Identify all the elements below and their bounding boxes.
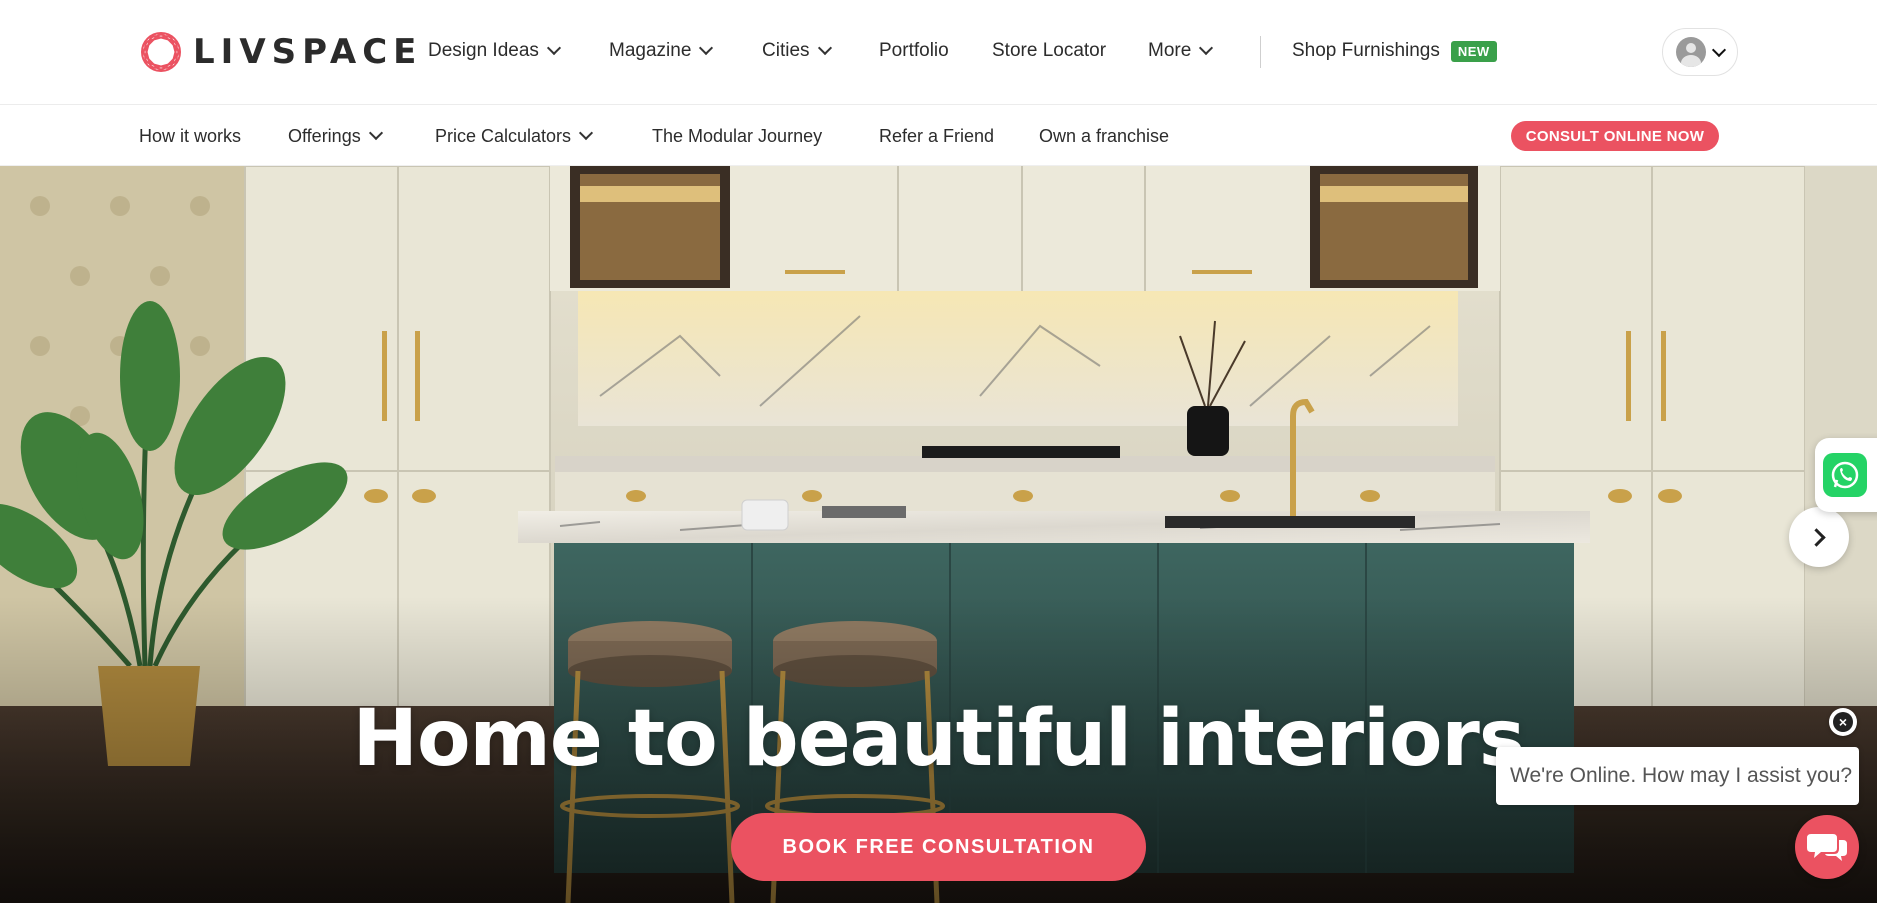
subnav-label: The Modular Journey	[652, 125, 823, 146]
chevron-right-icon	[1807, 527, 1826, 547]
brand-logo[interactable]: LIVSPACE	[137, 28, 422, 76]
whatsapp-icon	[1823, 453, 1867, 497]
carousel-next-button[interactable]	[1789, 507, 1849, 567]
chat-launcher-button[interactable]	[1795, 815, 1859, 879]
nav-magazine[interactable]: Magazine	[609, 36, 714, 66]
chevron-down-icon	[546, 40, 561, 56]
user-avatar-icon	[1676, 37, 1706, 67]
nav-shop-furnishings[interactable]: Shop Furnishings NEW	[1292, 36, 1497, 66]
nav-label: Store Locator	[992, 40, 1107, 61]
subnav-how-it-works[interactable]: How it works	[139, 123, 241, 149]
subnav-own-a-franchise[interactable]: Own a franchise	[1039, 123, 1169, 149]
nav-divider	[1260, 36, 1261, 68]
subnav-label: How it works	[139, 125, 242, 146]
whatsapp-button[interactable]	[1815, 438, 1877, 512]
nav-label: Magazine	[609, 40, 692, 61]
subnav-label: Own a franchise	[1039, 125, 1170, 146]
subnav-modular-journey[interactable]: The Modular Journey	[652, 123, 822, 149]
chat-greeting-bubble[interactable]: We're Online. How may I assist you?	[1496, 747, 1859, 805]
subnav-price-calculators[interactable]: Price Calculators	[435, 123, 594, 149]
nav-cities[interactable]: Cities	[762, 36, 832, 66]
subnav-offerings[interactable]: Offerings	[288, 123, 383, 149]
chevron-down-icon	[368, 125, 383, 141]
top-header: LIVSPACE Design Ideas Magazine Cities Po…	[0, 0, 1877, 105]
nav-label: Cities	[762, 40, 810, 61]
nav-label: Design Ideas	[428, 40, 539, 61]
secondary-nav: How it works Offerings Price Calculators…	[0, 105, 1877, 166]
chevron-down-icon	[578, 125, 594, 141]
subnav-label: Price Calculators	[435, 125, 572, 146]
brand-name: LIVSPACE	[193, 32, 423, 72]
subnav-label: Offerings	[288, 125, 361, 146]
nav-store-locator[interactable]: Store Locator	[992, 36, 1106, 66]
nav-label: Portfolio	[879, 40, 949, 61]
consult-online-button[interactable]: CONSULT ONLINE NOW	[1511, 121, 1719, 151]
close-icon: ×	[1833, 712, 1853, 732]
chat-close-button[interactable]: ×	[1829, 708, 1857, 736]
subnav-label: Refer a Friend	[879, 125, 995, 146]
nav-more[interactable]: More	[1148, 36, 1214, 66]
new-badge: NEW	[1450, 40, 1497, 62]
chevron-down-icon	[1711, 42, 1727, 57]
profile-menu-button[interactable]	[1662, 28, 1738, 76]
livspace-logo-icon	[141, 32, 181, 72]
nav-label: Shop Furnishings	[1292, 40, 1440, 61]
chevron-down-icon	[1199, 40, 1214, 56]
chevron-down-icon	[699, 40, 714, 56]
chat-greeting-text: We're Online. How may I assist you?	[1510, 764, 1853, 787]
chevron-down-icon	[817, 40, 832, 56]
nav-portfolio[interactable]: Portfolio	[879, 36, 949, 66]
subnav-refer-a-friend[interactable]: Refer a Friend	[879, 123, 994, 149]
book-free-consultation-button[interactable]: BOOK FREE CONSULTATION	[731, 813, 1146, 881]
chat-bubbles-icon	[1807, 834, 1847, 861]
nav-label: More	[1148, 40, 1192, 61]
nav-design-ideas[interactable]: Design Ideas	[428, 36, 561, 66]
